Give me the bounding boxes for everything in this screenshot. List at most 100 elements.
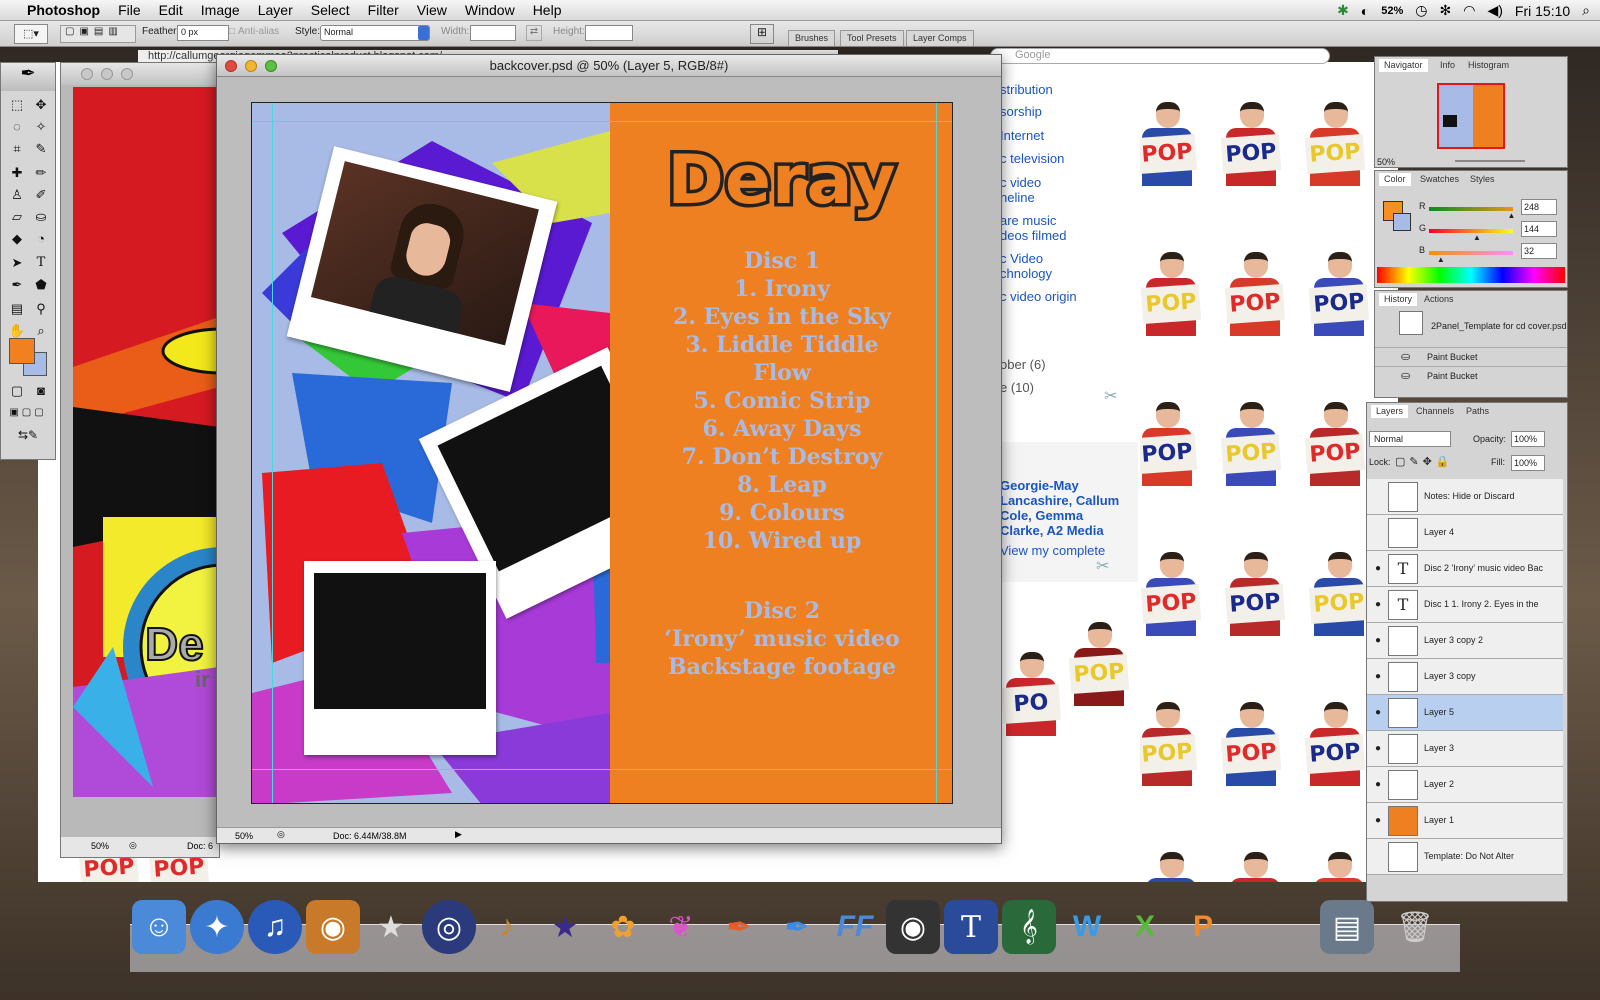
document-window[interactable]: backcover.psd @ 50% (Layer 5, RGB/8#) De… xyxy=(216,54,1002,844)
eye-icon[interactable]: ● xyxy=(1371,635,1385,647)
layer-row[interactable]: ● T Disc 1 1. Irony 2. Eyes in the xyxy=(1367,587,1563,623)
slice-tool-icon[interactable]: ✎ xyxy=(30,139,52,159)
status-menu-icon[interactable]: ◎ xyxy=(277,829,285,840)
close-icon[interactable] xyxy=(225,60,237,72)
menu-edit[interactable]: Edit xyxy=(150,2,192,18)
tab-styles[interactable]: Styles xyxy=(1465,173,1500,186)
background-document-window[interactable]: De ir 50% ◎ Doc: 6 xyxy=(60,62,220,858)
text-tool-icon[interactable]: T xyxy=(30,253,52,273)
channel-input[interactable]: 248 xyxy=(1521,199,1557,215)
eye-icon[interactable]: ● xyxy=(1371,779,1385,791)
time-machine-icon[interactable]: ◷ xyxy=(1415,2,1427,19)
layer-row[interactable]: Notes: Hide or Discard xyxy=(1367,479,1563,515)
blog-link[interactable]: sorship xyxy=(1000,104,1042,119)
feather-app-icon[interactable]: ✒ xyxy=(712,900,766,954)
photoshop-icon[interactable]: ✒ xyxy=(770,900,824,954)
document-title[interactable]: backcover.psd @ 50% (Layer 5, RGB/8#) xyxy=(217,55,1001,77)
search-input[interactable]: Google xyxy=(990,48,1330,64)
eye-icon[interactable]: ● xyxy=(1371,599,1385,611)
document-canvas[interactable]: Deray Disc 1 1. Irony 2. Eyes in the Sky… xyxy=(251,102,953,804)
menu-file[interactable]: File xyxy=(109,2,150,18)
eye-icon[interactable]: ● xyxy=(1371,671,1385,683)
zoom-icon[interactable] xyxy=(265,60,277,72)
idvd-icon[interactable]: ◎ xyxy=(422,900,476,954)
foreground-color-front[interactable] xyxy=(9,338,35,364)
channel-slider[interactable] xyxy=(1429,207,1513,211)
tab-histogram[interactable]: Histogram xyxy=(1463,59,1514,72)
layer-row[interactable]: ● Layer 2 xyxy=(1367,767,1563,803)
clone-stamp-icon[interactable]: ♙ xyxy=(6,185,28,205)
fill-input[interactable]: 100% xyxy=(1511,455,1545,471)
blur-tool-icon[interactable]: ◆ xyxy=(6,229,28,249)
menu-image[interactable]: Image xyxy=(192,2,249,18)
blog-link[interactable]: ober (6) xyxy=(1000,357,1046,372)
quick-mask-icon[interactable]: ◙ xyxy=(30,381,52,401)
slider-thumb-icon[interactable]: ▲ xyxy=(1473,233,1481,242)
width-input[interactable] xyxy=(470,25,516,41)
well-tab-tool-presets[interactable]: Tool Presets xyxy=(840,30,904,46)
zoom-icon[interactable] xyxy=(121,68,133,80)
view-profile-link[interactable]: View my complete xyxy=(1000,543,1105,558)
eye-icon[interactable] xyxy=(1371,851,1385,863)
eye-icon[interactable] xyxy=(1371,527,1385,539)
dodge-tool-icon[interactable]: ◔ xyxy=(30,229,52,249)
opacity-input[interactable]: 100% xyxy=(1511,431,1545,447)
blog-link[interactable]: Internet xyxy=(1000,128,1044,143)
blog-link[interactable]: stribution xyxy=(1000,82,1053,97)
close-icon[interactable] xyxy=(81,68,93,80)
history-item[interactable]: ⛀ Paint Bucket xyxy=(1375,366,1567,384)
height-input[interactable] xyxy=(585,25,633,41)
livetype-icon[interactable]: T xyxy=(944,900,998,954)
tab-paths[interactable]: Paths xyxy=(1461,405,1494,418)
menu-filter[interactable]: Filter xyxy=(359,2,408,18)
layer-row[interactable]: Layer 4 xyxy=(1367,515,1563,551)
selection-mode-icons[interactable]: ▢▣▤▥ xyxy=(60,25,136,43)
history-item[interactable]: ⛀ Paint Bucket xyxy=(1375,347,1567,365)
eye-icon[interactable] xyxy=(1371,491,1385,503)
layer-row[interactable]: ● Layer 3 xyxy=(1367,731,1563,767)
navigator-zoom-slider[interactable] xyxy=(1455,160,1525,162)
itunes-icon[interactable]: ♫ xyxy=(248,900,302,954)
minimize-icon[interactable] xyxy=(101,68,113,80)
layer-row[interactable]: ● Layer 3 copy 2 xyxy=(1367,623,1563,659)
select-arrows-icon[interactable] xyxy=(418,26,429,40)
eraser-tool-icon[interactable]: ▱ xyxy=(6,207,28,227)
growl-icon[interactable]: ✱ xyxy=(1337,2,1349,19)
tab-layers[interactable]: Layers xyxy=(1371,405,1409,418)
wifi-icon[interactable]: ◠ xyxy=(1463,2,1475,19)
status-menu-icon[interactable]: ◎ xyxy=(129,840,137,851)
blog-link[interactable]: c video xyxy=(1000,175,1041,190)
app-menu[interactable]: Photoshop xyxy=(18,2,109,18)
history-brush-icon[interactable]: ✐ xyxy=(30,185,52,205)
lasso-tool-icon[interactable]: ◌ xyxy=(6,117,28,137)
tab-actions[interactable]: Actions xyxy=(1419,293,1459,306)
zoom-field[interactable]: 50% xyxy=(235,831,253,841)
blend-mode-select[interactable]: Normal xyxy=(1369,431,1451,447)
channel-input[interactable]: 144 xyxy=(1521,221,1557,237)
marquee-tool-icon[interactable]: ⬚ xyxy=(6,95,28,115)
history-snapshot[interactable]: 2Panel_Template for cd cover.psd xyxy=(1431,321,1567,331)
standard-mode-icon[interactable]: ▢ xyxy=(6,381,28,401)
color-spectrum[interactable] xyxy=(1377,267,1565,283)
notes-tool-icon[interactable]: ▤ xyxy=(6,299,28,319)
menu-select[interactable]: Select xyxy=(302,2,359,18)
layer-row[interactable]: ● T Disc 2 'Irony' music video Bac xyxy=(1367,551,1563,587)
blog-link[interactable]: neline xyxy=(1000,190,1035,205)
tab-swatches[interactable]: Swatches xyxy=(1415,173,1464,186)
tab-history[interactable]: History xyxy=(1379,293,1418,306)
shape-tool-icon[interactable]: ⬟ xyxy=(30,275,52,295)
marquee-preset-icon[interactable]: ⬚▾ xyxy=(14,24,48,44)
tab-navigator[interactable]: Navigator xyxy=(1379,59,1428,72)
iphoto-icon[interactable]: ◉ xyxy=(306,900,360,954)
flower-app-icon[interactable]: ✿ xyxy=(596,900,650,954)
blog-link[interactable]: c Video xyxy=(1000,251,1043,266)
tab-info[interactable]: Info xyxy=(1435,59,1460,72)
powerpoint-icon[interactable]: P xyxy=(1176,900,1230,954)
clock[interactable]: Fri 15:10 xyxy=(1515,3,1570,19)
channel-slider[interactable] xyxy=(1429,229,1513,233)
volume-icon[interactable]: ◀) xyxy=(1487,2,1502,19)
wrench-icon[interactable]: ✂ xyxy=(1104,386,1117,406)
layer-row[interactable]: Template: Do Not Alter xyxy=(1367,839,1563,875)
tab-color[interactable]: Color xyxy=(1379,173,1411,186)
healing-brush-icon[interactable]: ✚ xyxy=(6,163,28,183)
